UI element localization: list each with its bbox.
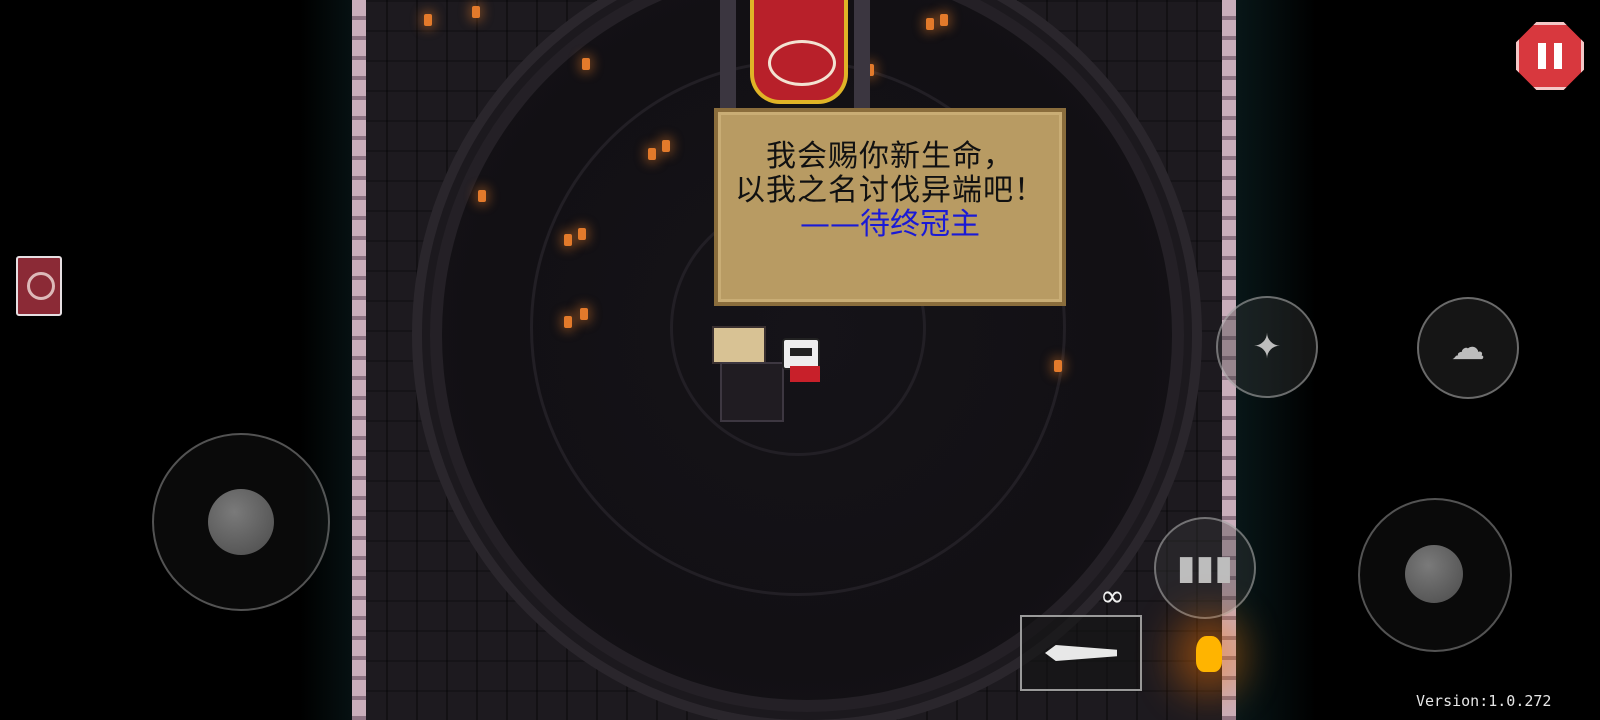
torch-icon [1196,636,1222,672]
npc-pedestal[interactable] [720,362,784,422]
dialog-signature: ——待终冠主 [800,207,980,242]
altar-pillar [720,0,736,110]
candle [424,14,432,26]
altar-pillar [854,0,870,110]
candle [662,140,670,152]
candle [582,58,590,70]
version-label: Version:1.0.272 [1416,692,1552,710]
altar-shrine [750,0,848,104]
book-icon[interactable] [16,256,62,316]
candle [478,190,486,202]
attack-joystick[interactable] [1358,498,1512,652]
skill-icon: ✦ [1252,327,1282,367]
dialog-line-1: 我会赐你新生命， [766,139,1014,174]
candle [940,14,948,26]
pause-icon [1538,43,1546,69]
candle [564,316,572,328]
dialog-line-2: 以我之名讨伐异端吧！ [735,173,1045,208]
attack-joystick-knob[interactable] [1405,545,1463,603]
pause-button[interactable] [1516,22,1584,90]
candle [472,6,480,18]
candle [564,234,572,246]
ghost-button[interactable]: ☁ [1417,297,1519,399]
candle [648,148,656,160]
chat-button[interactable]: ▮▮▮ [1154,517,1256,619]
wall-left [352,0,366,720]
weapon-switch-button[interactable] [1020,615,1142,691]
npc-scroll[interactable] [712,326,766,364]
candle [1054,360,1062,372]
rune-icon [768,40,836,86]
candle [580,308,588,320]
altar[interactable] [720,0,870,110]
skill-button[interactable]: ✦ [1216,296,1318,398]
candle [578,228,586,240]
player-cape [790,366,820,382]
candle [926,18,934,30]
move-joystick-knob[interactable] [208,489,274,555]
chat-bubble-icon: ▮▮▮ [1176,548,1234,588]
ammo-count: ∞ [1100,579,1125,614]
game-screen: 我会赐你新生命， 以我之名讨伐异端吧！ ——待终冠主 ✦ ☁ ▮▮▮ ∞ Ver… [0,0,1600,720]
sword-icon [1045,645,1117,661]
npc-dialog-box: 我会赐你新生命， 以我之名讨伐异端吧！ ——待终冠主 [714,108,1066,306]
move-joystick[interactable] [152,433,330,611]
pause-icon [1554,43,1562,69]
ghost-icon: ☁ [1451,328,1485,368]
